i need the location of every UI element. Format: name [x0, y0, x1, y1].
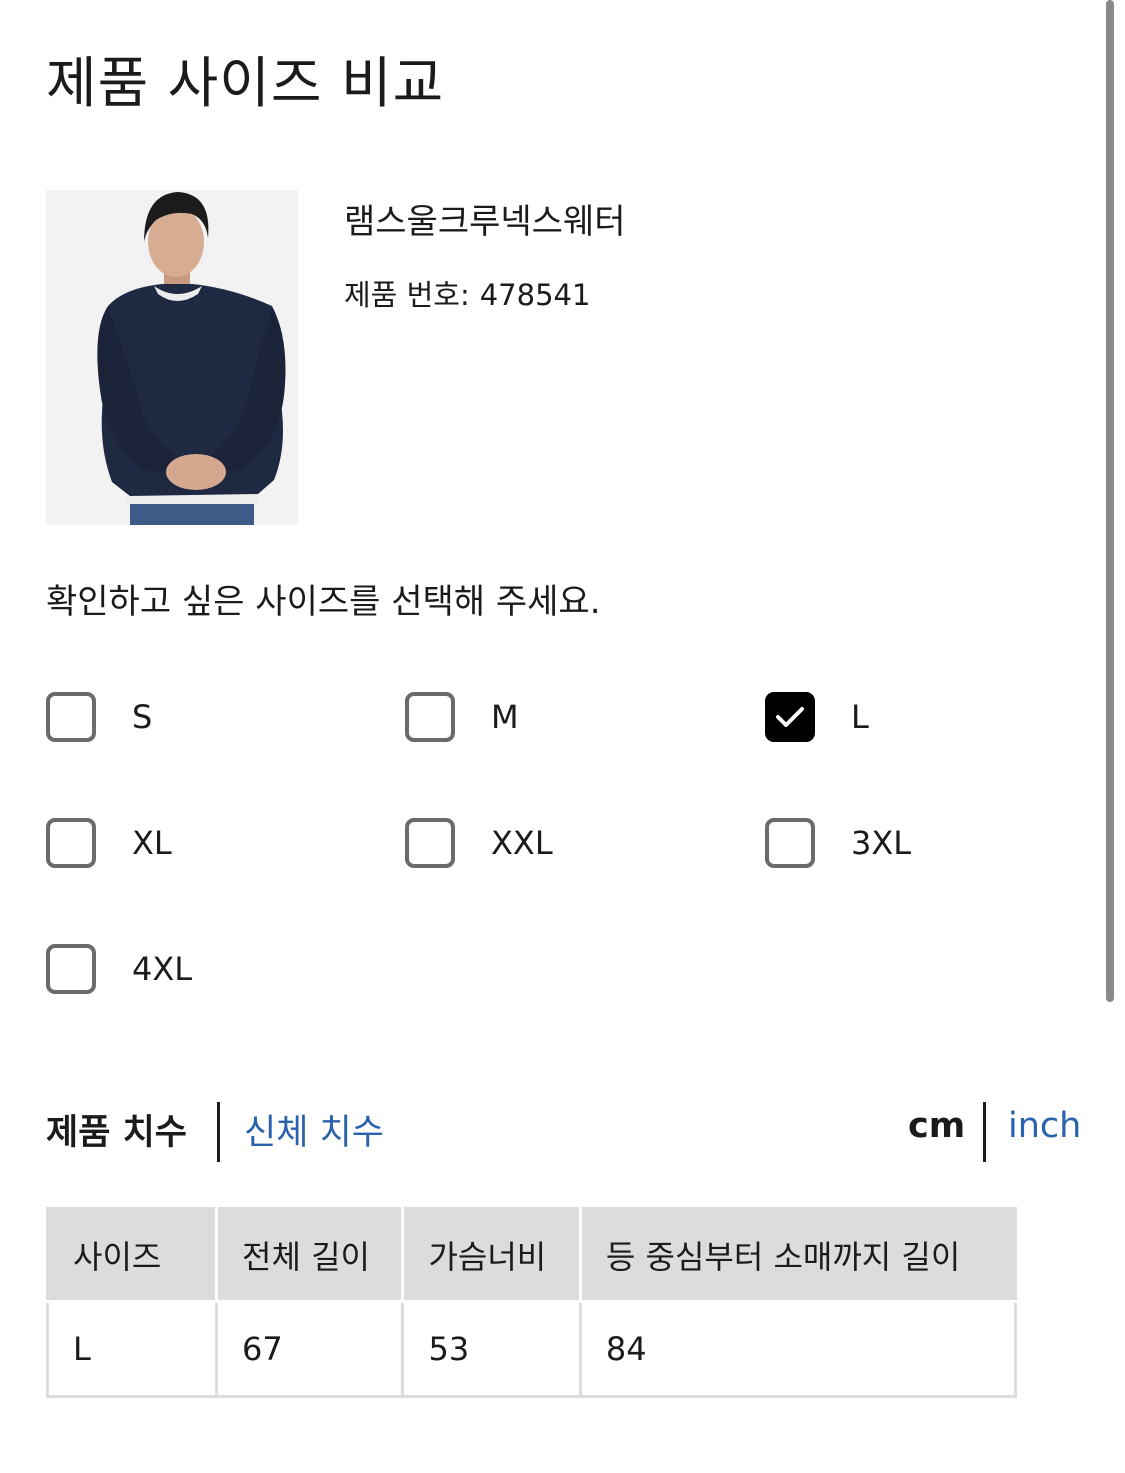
table-row: L 67 53 84 [45, 1300, 1018, 1398]
size-label: XL [132, 824, 172, 862]
size-label: M [491, 698, 519, 736]
page-title: 제품 사이즈 비교 [46, 51, 445, 115]
checkbox[interactable] [46, 692, 96, 742]
size-label: XXL [491, 824, 553, 862]
checkbox[interactable] [46, 944, 96, 994]
checkbox[interactable] [405, 818, 455, 868]
checkmark-icon [776, 707, 804, 727]
cell-total-length: 67 [215, 1300, 405, 1398]
checkbox-checked[interactable] [765, 692, 815, 742]
tab-divider [217, 1102, 220, 1162]
table-header-row: 사이즈 전체 길이 가슴너비 등 중심부터 소매까지 길이 [45, 1207, 1018, 1303]
size-label: S [132, 698, 153, 736]
product-number-value: 478541 [479, 278, 591, 312]
tab-product-dimensions[interactable]: 제품 치수 [46, 1104, 187, 1155]
cell-chest-width: 53 [401, 1300, 582, 1398]
instruction-text: 확인하고 싶은 사이즈를 선택해 주세요. [46, 582, 601, 622]
size-option-l[interactable]: L [765, 688, 869, 746]
product-number-label: 제품 번호: [344, 278, 470, 312]
unit-divider [983, 1102, 986, 1162]
header-size: 사이즈 [45, 1207, 219, 1303]
product-image [46, 190, 298, 525]
unit-inch[interactable]: inch [1008, 1106, 1081, 1146]
size-label: 4XL [132, 950, 193, 988]
size-option-xl[interactable]: XL [46, 814, 172, 872]
header-total-length: 전체 길이 [215, 1207, 405, 1303]
cell-sleeve-length: 84 [578, 1300, 1018, 1398]
size-label: L [851, 698, 869, 736]
size-label: 3XL [851, 824, 912, 862]
scrollbar[interactable] [1106, 0, 1114, 1002]
size-option-xxl[interactable]: XXL [405, 814, 553, 872]
product-number: 제품 번호: 478541 [344, 272, 590, 314]
size-option-m[interactable]: M [405, 688, 519, 746]
size-option-s[interactable]: S [46, 688, 152, 746]
header-chest-width: 가슴너비 [401, 1207, 582, 1303]
unit-cm[interactable]: cm [908, 1106, 965, 1146]
tab-body-dimensions[interactable]: 신체 치수 [244, 1104, 384, 1155]
product-name: 램스울크루넥스웨터 [344, 202, 626, 242]
size-option-3xl[interactable]: 3XL [765, 814, 911, 872]
header-sleeve-length: 등 중심부터 소매까지 길이 [578, 1207, 1018, 1303]
checkbox[interactable] [46, 818, 96, 868]
size-option-4xl[interactable]: 4XL [46, 940, 192, 998]
cell-size: L [45, 1300, 219, 1398]
size-table: 사이즈 전체 길이 가슴너비 등 중심부터 소매까지 길이 L 67 53 84 [45, 1207, 1018, 1398]
checkbox[interactable] [405, 692, 455, 742]
checkbox[interactable] [765, 818, 815, 868]
